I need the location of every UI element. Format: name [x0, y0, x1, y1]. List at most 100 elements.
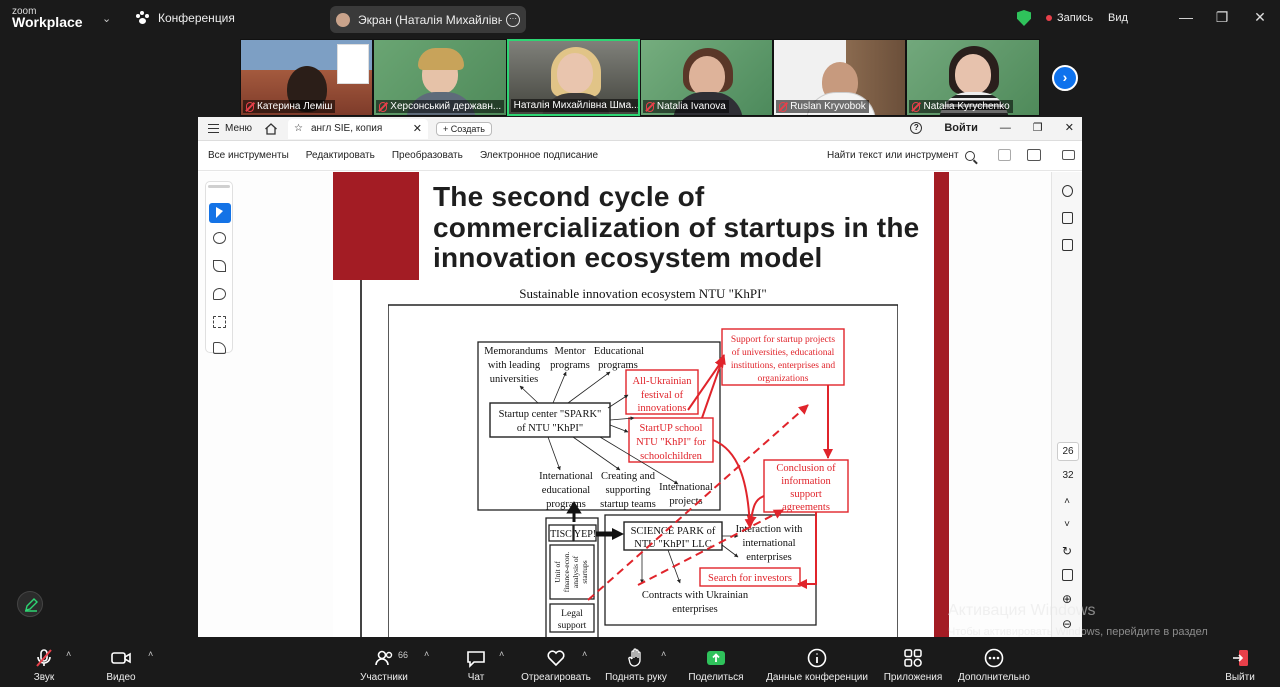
participants-options-caret[interactable]: ˄ [424, 649, 429, 659]
restore-icon[interactable]: ❐ [1212, 9, 1232, 26]
restore-icon[interactable]: ❐ [1033, 121, 1043, 134]
document-tab-title: англ SIE, копия [310, 123, 383, 134]
lasso-icon[interactable] [213, 288, 226, 300]
save-page-icon[interactable] [1062, 569, 1073, 581]
share-button[interactable]: Поделиться [684, 647, 748, 683]
fill-sign-icon[interactable] [213, 342, 226, 354]
e-sign-button[interactable]: Электронное подписание [480, 150, 598, 161]
chevron-down-icon[interactable]: ⌄ [102, 12, 111, 25]
participant-tile[interactable]: Natalia Kyrychenko [906, 39, 1040, 116]
find-tool[interactable]: Найти текст или инструмент [827, 150, 975, 161]
contracts-text: Contracts with Ukrainian enterprises [642, 590, 749, 615]
drag-handle[interactable] [208, 185, 230, 188]
comment-panel-icon[interactable] [1062, 185, 1073, 197]
right-tools-panel: 26 32 ˄ ˅ ↻ ⊕ ⊖ [1051, 172, 1082, 637]
investors-text: Search for investors [708, 573, 792, 584]
print-icon[interactable] [1027, 149, 1041, 161]
mic-muted-icon [246, 101, 254, 112]
more-button[interactable]: Дополнительно [952, 647, 1036, 683]
minimize-icon[interactable]: — [1000, 122, 1011, 134]
intl-projects-text: International projects [659, 482, 713, 507]
annotate-pen-button[interactable] [17, 591, 43, 617]
save-icon[interactable] [998, 149, 1011, 161]
zoom-workplace-logo[interactable]: zoom Workplace [12, 6, 83, 29]
video-camera-icon [111, 652, 131, 664]
info-icon [807, 648, 827, 668]
acrobat-tab-bar: Меню ☆ англ SIE, копия ✕ + Создать ? Вой… [198, 117, 1082, 141]
participant-tile-active[interactable]: Наталія Михайлівна Шма... [506, 39, 640, 116]
minimize-icon[interactable]: — [1176, 9, 1196, 25]
security-shield-icon[interactable] [1017, 10, 1031, 26]
home-icon[interactable] [264, 122, 278, 136]
presenter-avatar [336, 12, 350, 27]
more-icon [984, 648, 1004, 668]
star-icon[interactable]: ☆ [294, 123, 303, 134]
leave-icon [1233, 650, 1248, 666]
conference-label: Конференция [158, 11, 235, 25]
video-options-caret[interactable]: ˄ [148, 649, 153, 659]
menu-label: Меню [225, 123, 253, 134]
participants-count: 66 [398, 650, 409, 660]
slide-accent-block [333, 172, 419, 280]
document-area[interactable]: The second cycle of commercialization of… [198, 172, 1082, 637]
react-options-caret[interactable]: ˄ [582, 649, 587, 659]
apps-icon [904, 649, 922, 667]
video-button[interactable]: Видео [101, 647, 141, 683]
participant-label: Херсонський державн... [376, 100, 505, 113]
mic-muted-icon [379, 101, 388, 112]
chat-button[interactable]: Чат [458, 647, 494, 683]
close-icon[interactable]: ✕ [1250, 9, 1270, 26]
meeting-info-button[interactable]: Данные конференции [762, 647, 872, 683]
record-label: Запись [1057, 12, 1094, 24]
menu-button[interactable]: Меню [198, 123, 256, 134]
participant-tile[interactable]: Ruslan Kryvobok [773, 39, 907, 116]
comment-icon[interactable] [213, 232, 226, 244]
document-tab[interactable]: ☆ англ SIE, копия ✕ [288, 118, 428, 139]
conference-info[interactable]: Конференция [136, 11, 235, 25]
yep-text: YEP! [574, 529, 596, 540]
raise-hand-icon [628, 648, 641, 667]
next-participants-button[interactable]: › [1052, 65, 1078, 91]
text-box-icon[interactable] [213, 316, 226, 328]
pen-icon[interactable] [213, 260, 226, 272]
audio-button[interactable]: Звук [24, 647, 64, 683]
edit-button[interactable]: Редактировать [306, 150, 375, 161]
new-tab-button[interactable]: + Создать [436, 121, 492, 136]
ecosystem-diagram: Memorandums with leading universities Ment… [388, 304, 898, 637]
participant-label: Ruslan Kryvobok [776, 100, 869, 113]
convert-button[interactable]: Преобразовать [392, 150, 463, 161]
pages-icon[interactable] [1062, 239, 1073, 251]
close-icon[interactable]: ✕ [1065, 121, 1074, 134]
hamburger-icon [208, 124, 219, 133]
participants-icon [375, 650, 393, 666]
bookmark-icon[interactable] [1062, 212, 1073, 224]
select-tool-icon[interactable] [209, 203, 231, 223]
view-button[interactable]: Вид [1108, 12, 1128, 24]
apps-button[interactable]: Приложения [881, 647, 945, 683]
chat-options-caret[interactable]: ˄ [499, 649, 504, 659]
close-tab-icon[interactable]: ✕ [413, 122, 422, 135]
more-options-icon[interactable]: ··· [506, 12, 520, 27]
participant-tile[interactable]: Natalia Ivanova [639, 39, 774, 116]
sign-in-button[interactable]: Войти [944, 122, 978, 134]
recording-indicator[interactable]: Запись [1046, 12, 1093, 24]
zoom-top-bar: zoom Workplace ⌄ Конференция Экран (Ната… [0, 0, 1280, 38]
chevron-up-icon[interactable]: ˄ [1061, 496, 1073, 507]
participant-tile[interactable]: Катерина Леміш [240, 39, 374, 116]
slide-accent-bar [934, 172, 949, 637]
participant-tile[interactable]: Херсонський державн... [373, 39, 507, 116]
chat-icon [467, 651, 485, 668]
refresh-icon[interactable]: ↻ [1061, 544, 1073, 558]
leave-button[interactable]: Выйти [1220, 647, 1260, 683]
current-page-field[interactable]: 26 [1057, 442, 1079, 461]
participant-label: Наталія Михайлівна Шма... [510, 99, 638, 112]
screen-share-indicator[interactable]: Экран (Наталія Михайлівна Шм ··· [330, 6, 526, 33]
raise-hand-options-caret[interactable]: ˄ [661, 649, 666, 659]
heart-icon [547, 650, 565, 667]
all-tools-button[interactable]: Все инструменты [208, 150, 289, 161]
help-icon[interactable]: ? [910, 121, 923, 134]
audio-options-caret[interactable]: ˄ [66, 649, 71, 659]
paw-icon [136, 11, 150, 25]
email-icon[interactable] [1062, 150, 1075, 160]
chevron-down-icon[interactable]: ˅ [1061, 519, 1073, 530]
